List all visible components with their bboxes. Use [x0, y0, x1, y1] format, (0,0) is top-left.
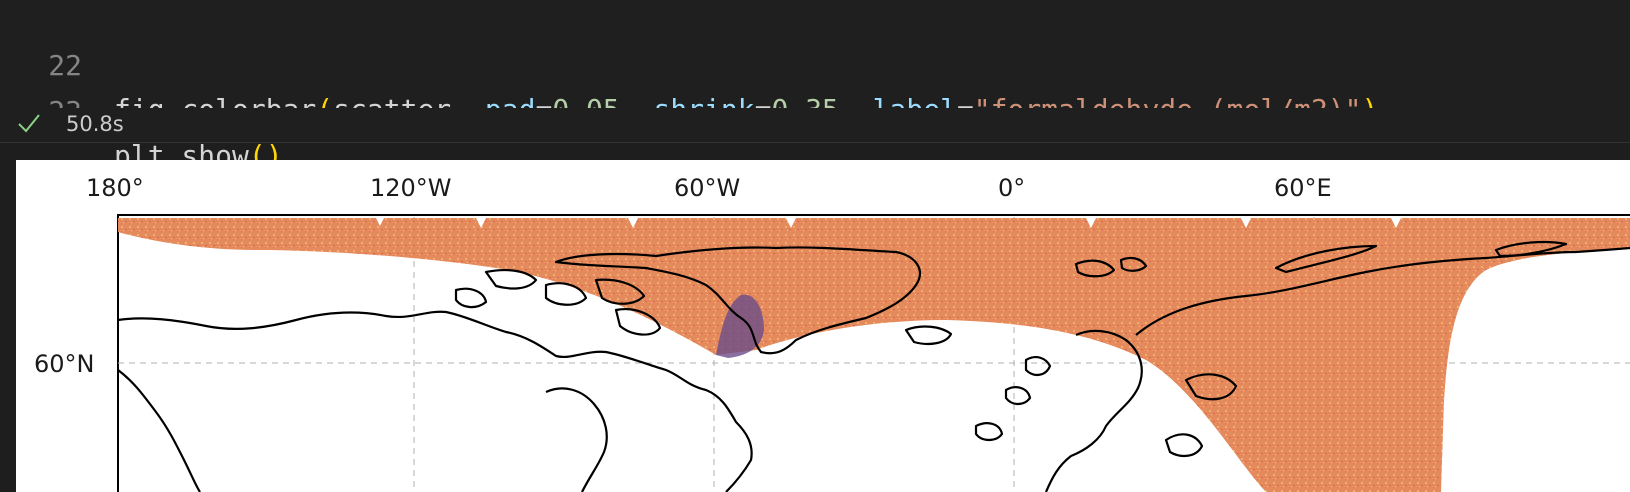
code-line-23[interactable]: 23 plt.show() — [0, 46, 1630, 172]
check-icon — [18, 114, 40, 133]
code-editor[interactable]: 22 fig.colorbar(scatter, pad=0.05, shrin… — [0, 0, 1630, 172]
cell-status-bar: 50.8s — [0, 108, 1630, 143]
map-plot — [117, 214, 1630, 492]
code-line-22[interactable]: 22 fig.colorbar(scatter, pad=0.05, shrin… — [0, 0, 1630, 126]
cell-output-plot: 180° 120°W 60°W 0° 60°E 60°N — [16, 160, 1630, 492]
execution-time: 50.8s — [66, 112, 124, 136]
